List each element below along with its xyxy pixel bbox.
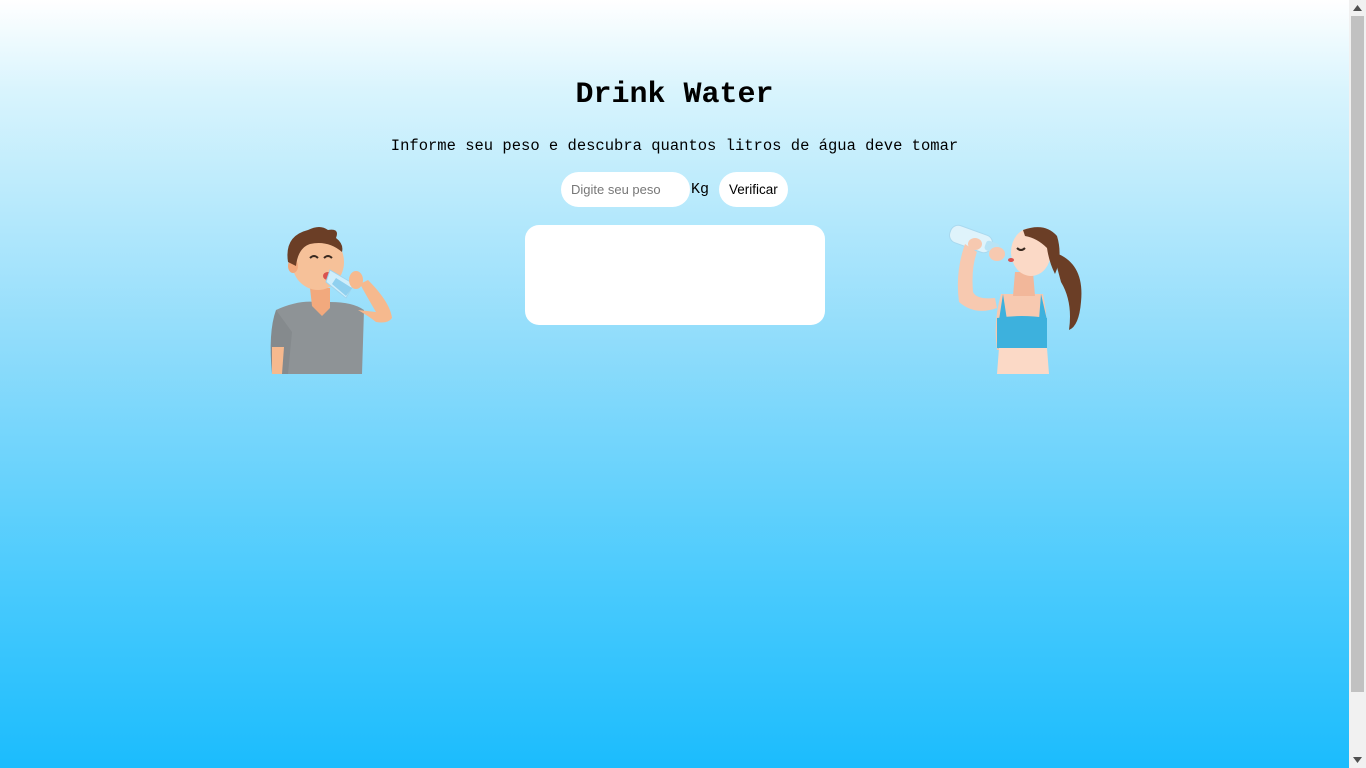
scroll-thumb[interactable] [1351, 16, 1364, 692]
page-subtitle: Informe seu peso e descubra quantos litr… [390, 137, 959, 155]
verify-button[interactable]: Verificar [719, 172, 788, 207]
page-background: Drink Water Informe seu peso e descubra … [0, 0, 1349, 768]
unit-label: Kg [691, 181, 710, 198]
result-box [525, 225, 825, 325]
weight-form: Kg Verificar [561, 172, 788, 207]
woman-drinking-water-icon [949, 224, 1082, 374]
vertical-scrollbar[interactable] [1349, 0, 1366, 768]
weight-input[interactable] [561, 172, 690, 207]
man-drinking-water-icon [270, 227, 392, 374]
scroll-down-arrow-icon[interactable] [1349, 752, 1366, 768]
scroll-up-arrow-icon[interactable] [1349, 0, 1366, 16]
page-title: Drink Water [575, 78, 774, 112]
